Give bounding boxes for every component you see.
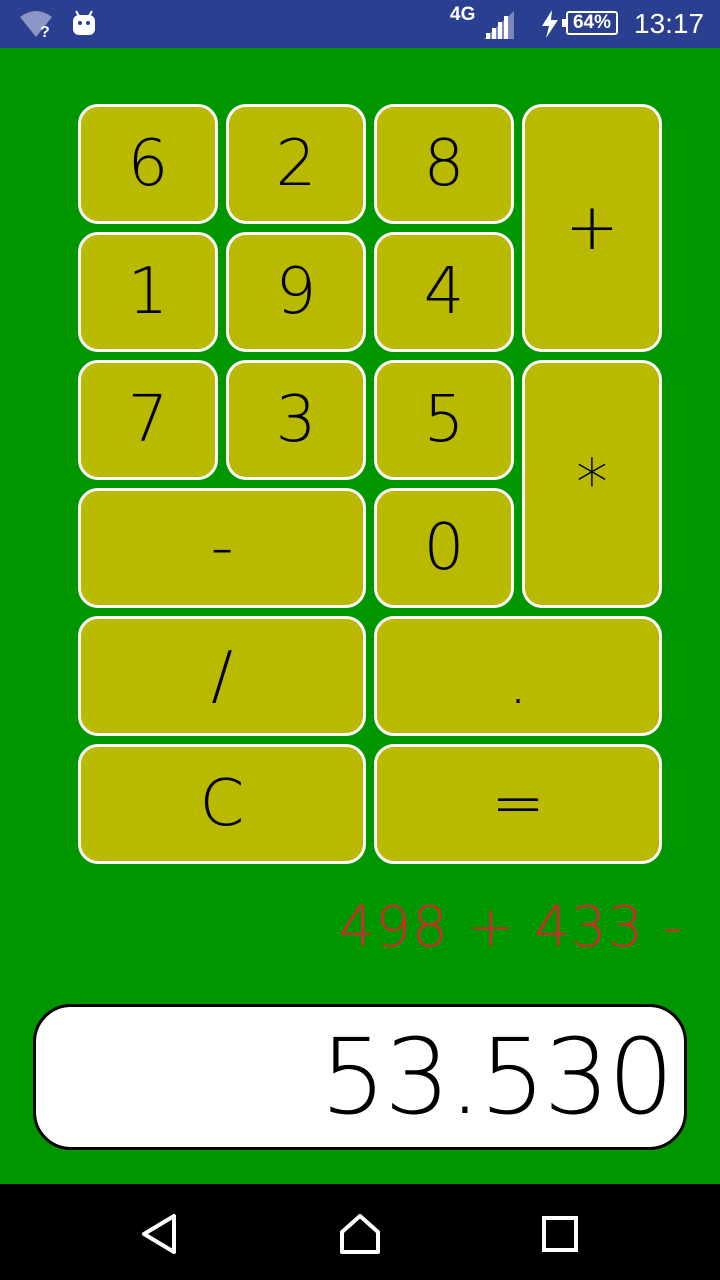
wifi-unknown-icon: ? [20,11,52,39]
clock: 13:17 [634,8,705,39]
key-3[interactable]: 3 [226,360,366,480]
minus-button[interactable]: - [78,488,366,608]
equals-label: = [491,767,545,841]
key-3-label: 3 [275,383,317,457]
key-2-label: 2 [275,127,317,201]
clear-label: C [199,767,245,841]
key-1-label: 1 [127,255,169,329]
multiply-button[interactable]: * [522,360,662,608]
key-6-label: 6 [127,127,169,201]
minus-label: - [210,511,234,585]
key-9-label: 9 [275,255,317,329]
battery-icon: 64% [562,11,618,35]
multiply-label: * [576,447,608,521]
decimal-point-button[interactable]: . [374,616,662,736]
battery-level: 64% [572,12,612,33]
android-icon [73,10,95,35]
key-0[interactable]: 0 [374,488,514,608]
key-0-label: 0 [423,511,465,585]
key-7-label: 7 [127,383,169,457]
key-7[interactable]: 7 [78,360,218,480]
key-5[interactable]: 5 [374,360,514,480]
divide-label: / [211,639,233,713]
clear-button[interactable]: C [78,744,366,864]
equals-button[interactable]: = [374,744,662,864]
expression-history: 498 + 433 - [338,895,684,960]
network-type: 4G [450,4,476,25]
result-display: 53.530 [33,1004,687,1150]
signal-icon [484,11,514,39]
status-bar: ? 4G 64% 13:17 [0,0,720,48]
key-8[interactable]: 8 [374,104,514,224]
key-1[interactable]: 1 [78,232,218,352]
decimal-point-label: . [507,645,529,719]
key-2[interactable]: 2 [226,104,366,224]
key-6[interactable]: 6 [78,104,218,224]
svg-text:?: ? [40,24,50,39]
home-icon[interactable] [338,1212,382,1256]
plus-button[interactable]: + [522,104,662,352]
navigation-bar [0,1184,720,1280]
key-4[interactable]: 4 [374,232,514,352]
display-value: 53.530 [320,1016,674,1138]
charging-bolt-icon [542,10,558,38]
key-5-label: 5 [423,383,465,457]
recent-apps-icon[interactable] [538,1212,582,1256]
divide-button[interactable]: / [78,616,366,736]
back-icon[interactable] [138,1212,182,1256]
plus-label: + [565,191,619,265]
key-4-label: 4 [423,255,465,329]
key-8-label: 8 [423,127,465,201]
key-9[interactable]: 9 [226,232,366,352]
